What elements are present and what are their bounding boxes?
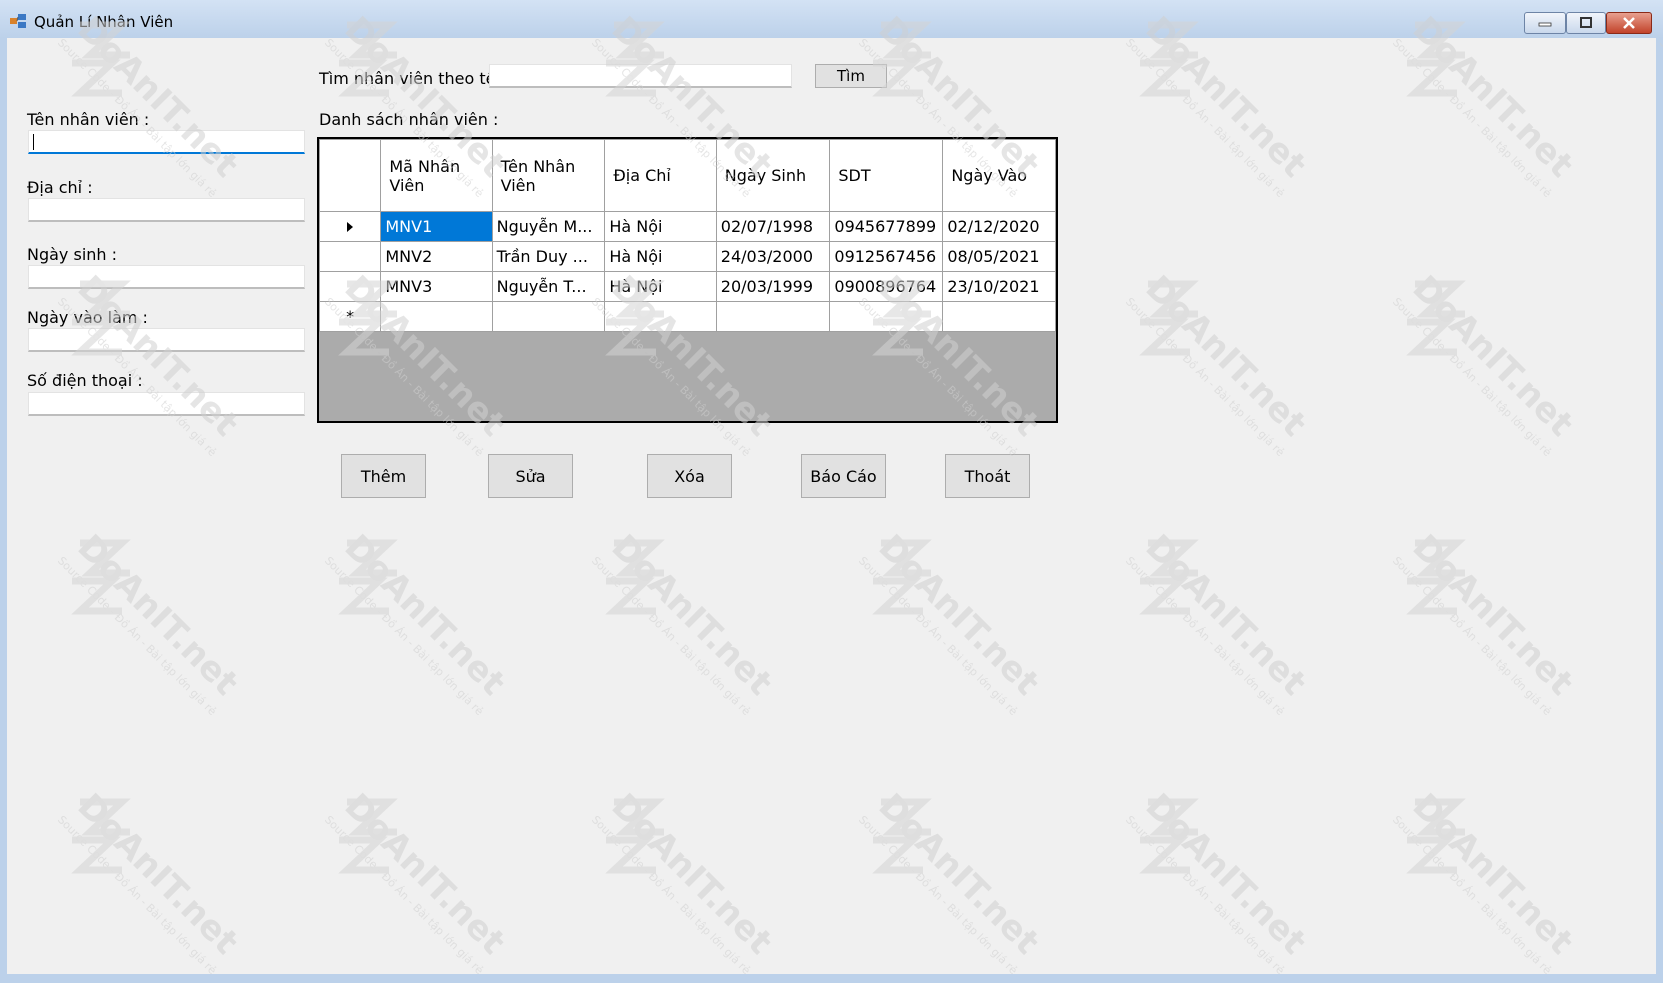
- form-client-area: Tên nhân viên : Địa chỉ : Ngày sinh : Ng…: [7, 38, 1656, 974]
- dob-field[interactable]: [28, 265, 305, 289]
- column-header[interactable]: Mã Nhân Viên: [380, 139, 493, 212]
- report-button[interactable]: Báo Cáo: [801, 454, 886, 498]
- address-input[interactable]: [29, 199, 304, 220]
- edit-button[interactable]: Sửa: [488, 454, 573, 498]
- column-header[interactable]: SDT: [829, 139, 944, 212]
- minimize-button[interactable]: [1524, 12, 1566, 34]
- address-label: Địa chỉ :: [27, 178, 93, 197]
- column-header[interactable]: Ngày Vào: [942, 139, 1056, 212]
- address-field[interactable]: [28, 198, 305, 222]
- table-cell[interactable]: [829, 301, 944, 332]
- row-header[interactable]: [319, 241, 382, 272]
- name-input[interactable]: [29, 131, 304, 152]
- row-header-corner[interactable]: [319, 139, 382, 212]
- column-header[interactable]: Địa Chỉ: [604, 139, 717, 212]
- add-button[interactable]: Thêm: [341, 454, 426, 498]
- table-cell[interactable]: Trần Duy ...: [491, 241, 606, 272]
- table-cell[interactable]: Hà Nội: [604, 271, 717, 302]
- column-header[interactable]: Ngày Sinh: [715, 139, 831, 212]
- table-cell[interactable]: 0900896764: [829, 271, 944, 302]
- new-row[interactable]: *: [319, 301, 1056, 332]
- table-cell[interactable]: [942, 301, 1056, 332]
- table-row[interactable]: MNV2 Trần Duy ... Hà Nội 24/03/2000 0912…: [319, 241, 1056, 272]
- dob-input[interactable]: [29, 266, 304, 287]
- table-cell[interactable]: [491, 301, 606, 332]
- name-label: Tên nhân viên :: [27, 110, 150, 129]
- search-label: Tìm nhân viên theo tên :: [319, 69, 517, 88]
- table-cell[interactable]: 23/10/2021: [942, 271, 1056, 302]
- table-cell[interactable]: MNV3: [380, 271, 493, 302]
- table-cell[interactable]: Nguyễn M...: [491, 211, 606, 242]
- phone-label: Số điện thoại :: [27, 371, 143, 390]
- exit-button[interactable]: Thoát: [945, 454, 1030, 498]
- table-cell[interactable]: 02/12/2020: [942, 211, 1056, 242]
- table-cell[interactable]: Hà Nội: [604, 211, 717, 242]
- table-cell[interactable]: MNV2: [380, 241, 493, 272]
- table-cell[interactable]: 24/03/2000: [715, 241, 831, 272]
- start-date-field[interactable]: [28, 328, 305, 352]
- start-date-input[interactable]: [29, 329, 304, 350]
- table-cell[interactable]: MNV1: [380, 211, 493, 242]
- table-cell[interactable]: Nguyễn T...: [491, 271, 606, 302]
- table-cell[interactable]: [604, 301, 717, 332]
- list-label: Danh sách nhân viên :: [319, 110, 499, 129]
- phone-input[interactable]: [29, 393, 304, 414]
- app-icon: [10, 14, 26, 28]
- table-row[interactable]: MNV3 Nguyễn T... Hà Nội 20/03/1999 09008…: [319, 271, 1056, 302]
- title-bar[interactable]: Quản Lí Nhân Viên: [0, 0, 1663, 38]
- table-cell[interactable]: 20/03/1999: [715, 271, 831, 302]
- row-header[interactable]: [319, 271, 382, 302]
- header-row: Mã Nhân Viên Tên Nhân Viên Địa Chỉ Ngày …: [319, 139, 1056, 212]
- minimize-icon: [1538, 22, 1552, 27]
- table-cell[interactable]: [715, 301, 831, 332]
- table-cell[interactable]: 0912567456: [829, 241, 944, 272]
- table-cell[interactable]: 08/05/2021: [942, 241, 1056, 272]
- table-cell[interactable]: 0945677899: [829, 211, 944, 242]
- table-cell[interactable]: Hà Nội: [604, 241, 717, 272]
- current-row-arrow-icon: [347, 222, 354, 232]
- new-row-marker: *: [319, 301, 382, 332]
- maximize-button[interactable]: [1566, 12, 1606, 34]
- table-cell[interactable]: 02/07/1998: [715, 211, 831, 242]
- delete-button[interactable]: Xóa: [647, 454, 732, 498]
- maximize-icon: [1580, 17, 1592, 28]
- row-header[interactable]: [319, 211, 382, 242]
- search-button[interactable]: Tìm: [815, 64, 887, 88]
- search-input[interactable]: [490, 65, 791, 86]
- close-button[interactable]: [1606, 12, 1652, 34]
- window-title: Quản Lí Nhân Viên: [34, 13, 174, 31]
- dob-label: Ngày sinh :: [27, 245, 118, 264]
- start-date-label: Ngày vào làm :: [27, 308, 148, 327]
- phone-field[interactable]: [28, 392, 305, 416]
- column-header[interactable]: Tên Nhân Viên: [491, 139, 606, 212]
- name-field[interactable]: [28, 130, 305, 154]
- table-row[interactable]: MNV1 Nguyễn M... Hà Nội 02/07/1998 09456…: [319, 211, 1056, 242]
- table-cell[interactable]: [380, 301, 493, 332]
- employee-table: Mã Nhân Viên Tên Nhân Viên Địa Chỉ Ngày …: [319, 139, 1056, 332]
- close-icon: [1623, 17, 1635, 29]
- employee-grid[interactable]: Mã Nhân Viên Tên Nhân Viên Địa Chỉ Ngày …: [317, 137, 1058, 423]
- main-window: Quản Lí Nhân Viên Tên nhân viên : Địa ch…: [0, 0, 1663, 983]
- text-caret: [33, 134, 34, 150]
- search-field[interactable]: [489, 64, 792, 88]
